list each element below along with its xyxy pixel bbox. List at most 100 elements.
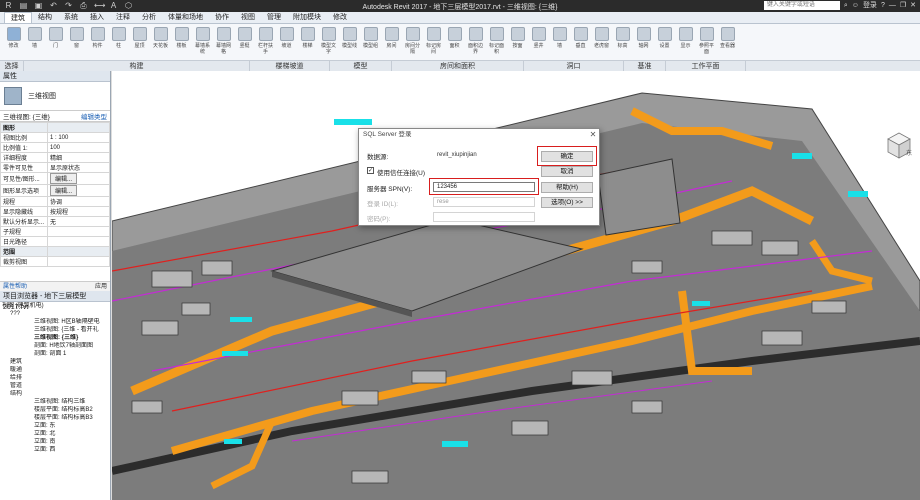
maximize-icon[interactable]: ❐ bbox=[900, 1, 906, 10]
tab-modify[interactable]: 修改 bbox=[327, 12, 353, 23]
login-id-input[interactable]: rese bbox=[433, 197, 535, 207]
options-button[interactable]: 选项(O) >> bbox=[541, 197, 593, 208]
browser-tree-item[interactable]: 视图 (建筑机电) bbox=[0, 302, 110, 310]
ribbon-button[interactable]: 标记房间 bbox=[424, 27, 443, 59]
ribbon-button[interactable]: 标高 bbox=[613, 27, 632, 59]
browser-tree-item[interactable]: 立面: 南 bbox=[0, 438, 110, 446]
cancel-button[interactable]: 取消 bbox=[541, 166, 593, 177]
close-icon[interactable]: ✕ bbox=[910, 1, 916, 10]
ribbon-button[interactable]: 显示 bbox=[676, 27, 695, 59]
ribbon-button[interactable]: 柱 bbox=[109, 27, 128, 59]
edit-type-button[interactable]: 编辑类型 bbox=[81, 111, 107, 121]
tab-systems[interactable]: 系统 bbox=[58, 12, 84, 23]
tab-massing-site[interactable]: 体量和场地 bbox=[162, 12, 209, 23]
ribbon-button[interactable]: 轴网 bbox=[634, 27, 653, 59]
browser-tree-item[interactable]: 立面: 西 bbox=[0, 446, 110, 454]
ribbon-button[interactable]: 修改 bbox=[4, 27, 23, 59]
ribbon-button[interactable]: 房间分隔 bbox=[403, 27, 422, 59]
property-row[interactable]: 图形 bbox=[0, 122, 110, 133]
browser-tree-item[interactable]: 立面: 北 bbox=[0, 430, 110, 438]
tab-insert[interactable]: 插入 bbox=[84, 12, 110, 23]
ribbon-button[interactable]: 屋顶 bbox=[130, 27, 149, 59]
property-value[interactable]: 编辑... bbox=[47, 172, 110, 185]
browser-tree-item[interactable]: 暖通 bbox=[0, 366, 110, 374]
property-row[interactable]: 显示隐藏线 按规程 bbox=[0, 206, 110, 217]
ribbon-button[interactable]: 模型线 bbox=[340, 27, 359, 59]
property-row[interactable]: 日光路径 bbox=[0, 236, 110, 247]
property-row[interactable]: 零件可见性 显示原状态 bbox=[0, 162, 110, 173]
property-edit-button[interactable]: 编辑... bbox=[50, 173, 78, 184]
dialog-close-icon[interactable]: ✕ bbox=[587, 129, 599, 141]
property-row[interactable]: 裁剪视图 bbox=[0, 256, 110, 267]
ribbon-button[interactable]: 老虎窗 bbox=[592, 27, 611, 59]
property-row[interactable]: 范围 bbox=[0, 246, 110, 257]
property-row[interactable]: 比例值 1: 100 bbox=[0, 142, 110, 153]
browser-tree-item[interactable]: 给排 bbox=[0, 374, 110, 382]
password-input[interactable] bbox=[433, 212, 535, 222]
tab-analyze[interactable]: 分析 bbox=[136, 12, 162, 23]
property-row[interactable]: 视图比例 1 : 100 bbox=[0, 132, 110, 143]
tab-view[interactable]: 视图 bbox=[235, 12, 261, 23]
property-row[interactable]: 规程 协调 bbox=[0, 196, 110, 207]
browser-tree-item[interactable]: 剖面: H地饮7轴剖面图 bbox=[0, 342, 110, 350]
trusted-connection-checkbox[interactable]: ✓ bbox=[367, 167, 374, 174]
browser-tree-item[interactable]: 剖面: 剖面 1 bbox=[0, 350, 110, 358]
tab-manage[interactable]: 管理 bbox=[261, 12, 287, 23]
ribbon-button[interactable]: 构件 bbox=[88, 27, 107, 59]
property-row[interactable]: 子规程 bbox=[0, 226, 110, 237]
browser-tree-item[interactable]: ??? bbox=[0, 310, 110, 318]
browser-tree-item[interactable]: 结构 bbox=[0, 390, 110, 398]
property-value[interactable]: 编辑... bbox=[47, 184, 110, 197]
browser-tree-item[interactable]: 管道 bbox=[0, 382, 110, 390]
user-icon[interactable]: ☺ bbox=[852, 1, 859, 10]
ribbon-button[interactable]: 垂直 bbox=[571, 27, 590, 59]
property-edit-button[interactable]: 编辑... bbox=[50, 185, 78, 196]
tab-structure[interactable]: 结构 bbox=[32, 12, 58, 23]
ribbon-button[interactable]: 按面 bbox=[508, 27, 527, 59]
browser-tree-item[interactable]: 三维视图: {三维} bbox=[0, 334, 110, 342]
browser-tree-item[interactable]: 三维视图: 结构三维 bbox=[0, 398, 110, 406]
browser-tree-item[interactable]: 楼层平面: 结构标高B2 bbox=[0, 406, 110, 414]
ribbon-button[interactable]: 幕墙系统 bbox=[193, 27, 212, 59]
minimize-icon[interactable]: — bbox=[889, 1, 896, 10]
ribbon-button[interactable]: 设置 bbox=[655, 27, 674, 59]
help-button[interactable]: ? bbox=[881, 1, 885, 10]
browser-tree-item[interactable]: 三维视图: {三维 - 看开礼 bbox=[0, 326, 110, 334]
properties-help-link[interactable]: 属性帮助 bbox=[3, 282, 27, 291]
apply-button[interactable]: 应用 bbox=[95, 282, 107, 291]
login-button[interactable]: 登录 bbox=[863, 1, 877, 10]
property-row[interactable]: 默认分析显示... 无 bbox=[0, 216, 110, 227]
ribbon-button[interactable]: 栏杆扶手 bbox=[256, 27, 275, 59]
instance-selector[interactable]: 三维视图: {三维} 编辑类型 bbox=[0, 111, 110, 122]
browser-tree-item[interactable]: 立面: 东 bbox=[0, 422, 110, 430]
ribbon-button[interactable]: 楼板 bbox=[172, 27, 191, 59]
ribbon-group-select[interactable]: 选择 bbox=[0, 61, 24, 71]
ribbon-button[interactable]: 查看器 bbox=[718, 27, 737, 59]
ribbon-button[interactable]: 房间 bbox=[382, 27, 401, 59]
browser-tree-item[interactable]: 楼层平面: 结构标高B3 bbox=[0, 414, 110, 422]
property-row[interactable]: 详细程度 精细 bbox=[0, 152, 110, 163]
ribbon-button[interactable]: 窗 bbox=[67, 27, 86, 59]
ribbon-button[interactable]: 门 bbox=[46, 27, 65, 59]
browser-tree-item[interactable]: 建筑 bbox=[0, 358, 110, 366]
ribbon-button[interactable]: 模型组 bbox=[361, 27, 380, 59]
browser-tree-item[interactable]: 三维视图: H区B轴隔壁电 bbox=[0, 318, 110, 326]
property-row[interactable]: 可见性/图形... 编辑... bbox=[0, 172, 110, 185]
ribbon-button[interactable]: 面积 bbox=[445, 27, 464, 59]
tab-annotate[interactable]: 注释 bbox=[110, 12, 136, 23]
type-selector[interactable]: 三维视图 bbox=[0, 82, 110, 111]
ribbon-button[interactable]: 墙 bbox=[25, 27, 44, 59]
ribbon-button[interactable]: 竖井 bbox=[529, 27, 548, 59]
ribbon-button[interactable]: 天花板 bbox=[151, 27, 170, 59]
ribbon-button[interactable]: 楼梯 bbox=[298, 27, 317, 59]
property-row[interactable]: 图形显示选项 编辑... bbox=[0, 184, 110, 197]
help-button[interactable]: 帮助(H) bbox=[541, 182, 593, 193]
tab-architecture[interactable]: 建筑 bbox=[4, 12, 32, 23]
search-input[interactable] bbox=[763, 1, 840, 10]
ribbon-button[interactable]: 坡道 bbox=[277, 27, 296, 59]
ribbon-button[interactable]: 模型文字 bbox=[319, 27, 338, 59]
ribbon-button[interactable]: 墙 bbox=[550, 27, 569, 59]
ribbon-button[interactable]: 标记面积 bbox=[487, 27, 506, 59]
ribbon-button[interactable]: 面积边界 bbox=[466, 27, 485, 59]
binoculars-icon[interactable]: ⌕ bbox=[844, 1, 848, 10]
